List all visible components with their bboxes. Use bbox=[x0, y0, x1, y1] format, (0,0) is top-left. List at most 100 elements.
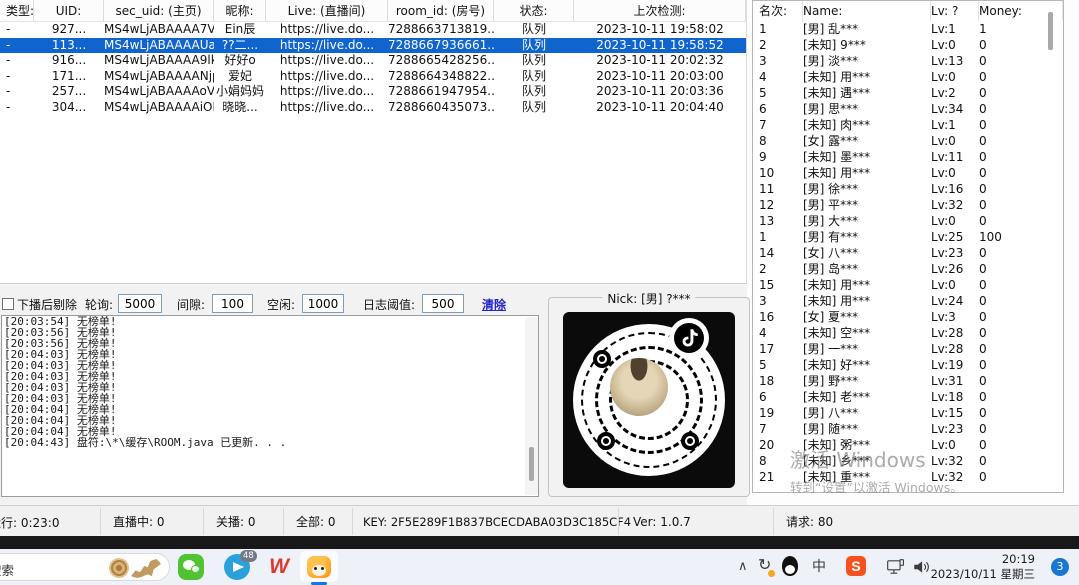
rank-row[interactable]: 6 [男] 思*** Lv:34 0 bbox=[753, 101, 1063, 117]
rank-row[interactable]: 18 [男] 野*** Lv:31 0 bbox=[753, 373, 1063, 389]
rank-row[interactable]: 1 [男] 有*** Lv:25 100 bbox=[753, 229, 1063, 245]
rank-row[interactable]: 10 [未知] 用*** Lv:0 0 bbox=[753, 165, 1063, 181]
rank-row[interactable]: 3 [男] 淡*** Lv:13 0 bbox=[753, 53, 1063, 69]
header-live[interactable]: Live: (直播间) bbox=[266, 0, 388, 21]
idle-label: 空闲: bbox=[267, 297, 295, 313]
rank-header-name[interactable]: Name: bbox=[803, 1, 931, 21]
rank-cell-rank: 1 bbox=[753, 229, 803, 245]
rank-cell-level: Lv:32 bbox=[931, 469, 979, 485]
request-count: 请求: 80 bbox=[786, 514, 833, 530]
rank-header-level[interactable]: Lv: ? bbox=[931, 1, 979, 21]
table-row[interactable]: - 304... MS4wLjABAAAAiOM... 晓晓... https:… bbox=[0, 100, 746, 116]
rank-panel: 名次: Name: Lv: ? Money: 1 [男] 乱*** Lv:1 1… bbox=[752, 0, 1064, 493]
log-threshold-input[interactable] bbox=[422, 294, 464, 313]
taskbar-clock[interactable]: 20:19 2023/10/11 星期三 bbox=[931, 552, 1035, 582]
rank-header-rank[interactable]: 名次: bbox=[753, 1, 803, 21]
rank-cell-money: 0 bbox=[979, 149, 1063, 165]
rank-row[interactable]: 8 [未知] 乡*** Lv:32 0 bbox=[753, 453, 1063, 469]
rank-cell-name: [未知] 用*** bbox=[803, 69, 931, 85]
table-row[interactable]: - 916... MS4wLjABAAAA9lk... 好好o https://… bbox=[0, 53, 746, 69]
header-sec-uid[interactable]: sec_uid: (主页) bbox=[104, 0, 214, 21]
header-type[interactable]: 类型: bbox=[0, 0, 34, 21]
network-icon[interactable] bbox=[886, 558, 904, 576]
ime-language-icon[interactable]: 中 bbox=[812, 558, 826, 576]
cell-live-url: https://live.do... bbox=[266, 100, 388, 116]
rank-row[interactable]: 8 [女] 露*** Lv:0 0 bbox=[753, 133, 1063, 149]
wps-icon[interactable]: W bbox=[266, 554, 292, 580]
header-status[interactable]: 状态: bbox=[494, 0, 574, 21]
rank-row[interactable]: 16 [女] 夏*** Lv:3 0 bbox=[753, 309, 1063, 325]
rank-cell-name: [男] 徐*** bbox=[803, 181, 931, 197]
notification-badge[interactable]: 3 bbox=[1051, 558, 1069, 576]
rank-cell-money: 0 bbox=[979, 453, 1063, 469]
cell-room-id: 7288663713819... bbox=[388, 22, 494, 38]
table-row[interactable]: - 927... MS4wLjABAAAA7V1... Ein辰 https:/… bbox=[0, 22, 746, 38]
header-room-id[interactable]: room_id: (房号) bbox=[388, 0, 494, 21]
rank-row[interactable]: 19 [男] 八*** Lv:15 0 bbox=[753, 405, 1063, 421]
rank-cell-level: Lv:15 bbox=[931, 405, 979, 421]
rank-cell-money: 0 bbox=[979, 213, 1063, 229]
tray-chevron-icon[interactable]: ∧ bbox=[738, 558, 748, 576]
rank-row[interactable]: 2 [未知] 9*** Lv:0 0 bbox=[753, 37, 1063, 53]
version-label: Ver: 1.0.7 bbox=[633, 514, 691, 530]
header-nick[interactable]: 昵称: bbox=[214, 0, 266, 21]
rank-row[interactable]: 3 [未知] 用*** Lv:24 0 bbox=[753, 293, 1063, 309]
douyin-qr-code bbox=[563, 312, 735, 488]
cell-status: 队列 bbox=[494, 84, 574, 100]
cell-last-check: 2023-10-11 20:03:36 bbox=[574, 84, 746, 100]
taskbar-search-box[interactable]: 搜索 bbox=[0, 553, 170, 581]
rank-cell-money: 0 bbox=[979, 373, 1063, 389]
qq-icon[interactable] bbox=[782, 556, 798, 576]
rank-cell-money: 0 bbox=[979, 165, 1063, 181]
rank-cell-level: Lv:23 bbox=[931, 245, 979, 261]
rank-row[interactable]: 4 [未知] 用*** Lv:0 0 bbox=[753, 69, 1063, 85]
rank-row[interactable]: 11 [男] 徐*** Lv:16 0 bbox=[753, 181, 1063, 197]
rank-row[interactable]: 13 [男] 大*** Lv:0 0 bbox=[753, 213, 1063, 229]
rank-cell-rank: 2 bbox=[753, 261, 803, 277]
rank-cell-money: 0 bbox=[979, 53, 1063, 69]
cell-sec-uid: MS4wLjABAAAAoVp... bbox=[104, 84, 214, 100]
rank-panel-scrollbar[interactable] bbox=[1048, 12, 1053, 50]
cell-status: 队列 bbox=[494, 38, 574, 54]
rank-cell-level: Lv:32 bbox=[931, 453, 979, 469]
log-output[interactable]: [20:03:54] 无榜单! [20:03:56] 无榜单! [20:03:5… bbox=[1, 315, 539, 497]
rank-row[interactable]: 5 [未知] 遇*** Lv:2 0 bbox=[753, 85, 1063, 101]
rank-row[interactable]: 9 [未知] 墨*** Lv:11 0 bbox=[753, 149, 1063, 165]
rank-row[interactable]: 2 [男] 岛*** Lv:26 0 bbox=[753, 261, 1063, 277]
header-last-check[interactable]: 上次检测: bbox=[574, 0, 746, 21]
rank-cell-name: [未知] 墨*** bbox=[803, 149, 931, 165]
sogou-input-icon[interactable]: S bbox=[846, 556, 866, 576]
wechat-icon[interactable] bbox=[178, 554, 204, 580]
rank-cell-level: Lv:0 bbox=[931, 213, 979, 229]
rank-row[interactable]: 1 [男] 乱*** Lv:1 1 bbox=[753, 21, 1063, 37]
rank-row[interactable]: 17 [男] 一*** Lv:28 0 bbox=[753, 341, 1063, 357]
rank-cell-name: [未知] 空*** bbox=[803, 325, 931, 341]
log-scrollbar-thumb[interactable] bbox=[529, 447, 534, 481]
rank-row[interactable]: 14 [女] 八*** Lv:23 0 bbox=[753, 245, 1063, 261]
rank-cell-name: [男] 野*** bbox=[803, 373, 931, 389]
rank-cell-level: Lv:34 bbox=[931, 101, 979, 117]
volume-icon[interactable] bbox=[912, 558, 930, 576]
gap-input[interactable] bbox=[212, 294, 253, 313]
rank-cell-name: [未知] 遇*** bbox=[803, 85, 931, 101]
rank-row[interactable]: 20 [未知] 粥*** Lv:0 0 bbox=[753, 437, 1063, 453]
active-app-tile[interactable] bbox=[300, 551, 338, 582]
rank-cell-rank: 18 bbox=[753, 373, 803, 389]
rank-row[interactable]: 7 [未知] 肉*** Lv:1 0 bbox=[753, 117, 1063, 133]
table-row[interactable]: - 257... MS4wLjABAAAAoVp... 小娟妈妈 https:/… bbox=[0, 84, 746, 100]
rank-row[interactable]: 15 [未知] 用*** Lv:0 0 bbox=[753, 277, 1063, 293]
rank-cell-name: [女] 夏*** bbox=[803, 309, 931, 325]
rank-row[interactable]: 7 [男] 随*** Lv:23 0 bbox=[753, 421, 1063, 437]
poll-input[interactable] bbox=[118, 294, 162, 313]
header-uid[interactable]: UID: bbox=[34, 0, 104, 21]
rank-row[interactable]: 21 [未知] 重*** Lv:32 0 bbox=[753, 469, 1063, 485]
idle-input[interactable] bbox=[302, 294, 344, 313]
clear-log-link[interactable]: 清除 bbox=[482, 297, 506, 313]
table-row[interactable]: - 113... MS4wLjABAAAAUak... ??二... https… bbox=[0, 38, 746, 54]
rank-row[interactable]: 12 [男] 平*** Lv:32 0 bbox=[753, 197, 1063, 213]
table-row[interactable]: - 171... MS4wLjABAAAANjp... 爱妃 https://l… bbox=[0, 69, 746, 85]
rank-row[interactable]: 4 [未知] 空*** Lv:28 0 bbox=[753, 325, 1063, 341]
rank-row[interactable]: 5 [未知] 好*** Lv:19 0 bbox=[753, 357, 1063, 373]
rank-row[interactable]: 6 [未知] 老*** Lv:18 0 bbox=[753, 389, 1063, 405]
remove-after-offline-checkbox[interactable] bbox=[2, 298, 14, 310]
